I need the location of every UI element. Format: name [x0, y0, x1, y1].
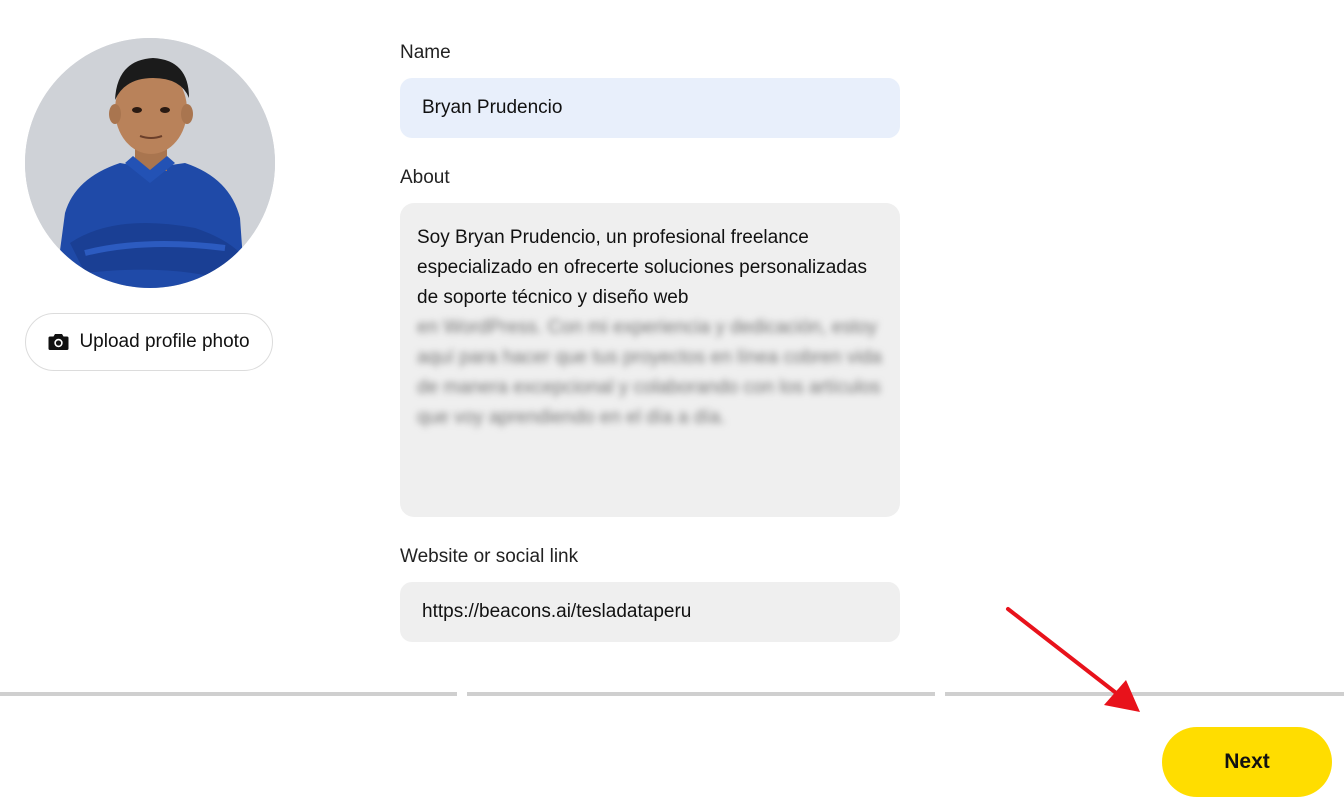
about-label: About: [400, 167, 450, 188]
upload-profile-photo-label: Upload profile photo: [79, 331, 250, 352]
website-input[interactable]: https://beacons.ai/tesladataperu: [400, 582, 900, 642]
profile-photo: [25, 38, 275, 288]
progress-segment-2: [467, 692, 935, 696]
camera-icon: [48, 333, 69, 351]
progress-segment-1: [0, 692, 457, 696]
about-text-blurred: en WordPress. Con mi experiencia y dedic…: [417, 317, 882, 428]
about-text-visible: Soy Bryan Prudencio, un profesional free…: [417, 227, 867, 308]
name-input[interactable]: Bryan Prudencio: [400, 78, 900, 138]
name-label: Name: [400, 42, 451, 63]
annotation-arrow-icon: [1006, 607, 1140, 712]
about-textarea[interactable]: Soy Bryan Prudencio, un profesional free…: [400, 203, 900, 517]
website-input-value: https://beacons.ai/tesladataperu: [422, 601, 692, 622]
avatar: [25, 38, 275, 288]
name-input-value: Bryan Prudencio: [422, 97, 563, 118]
website-label: Website or social link: [400, 546, 579, 567]
onboarding-profile-page: Upload profile photo Name Bryan Prudenci…: [0, 0, 1344, 805]
upload-profile-photo-button[interactable]: Upload profile photo: [25, 313, 273, 371]
next-button[interactable]: Next: [1162, 727, 1332, 797]
